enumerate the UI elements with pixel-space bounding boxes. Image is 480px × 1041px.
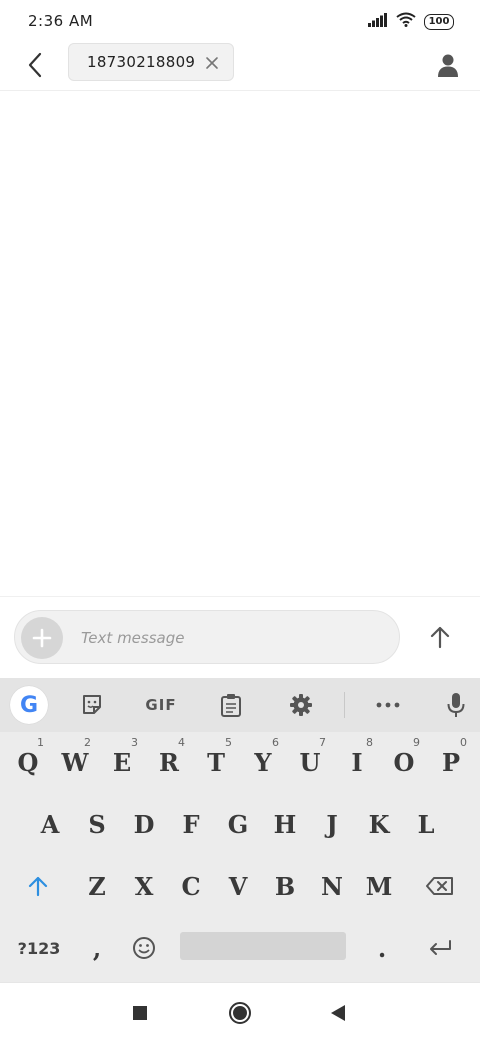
key-l[interactable]: L [406, 798, 446, 850]
key-h[interactable]: H [265, 798, 305, 850]
enter-key[interactable] [420, 922, 460, 974]
recipient-number: 18730218809 [87, 53, 196, 71]
enter-icon [430, 940, 451, 955]
key-m[interactable]: M [359, 860, 399, 912]
key-v[interactable]: V [218, 860, 258, 912]
key-o[interactable]: O9 [384, 736, 424, 788]
key-y[interactable]: Y6 [243, 736, 283, 788]
comma-key[interactable]: , [77, 922, 117, 974]
key-z[interactable]: Z [77, 860, 117, 912]
sticker-button[interactable] [73, 687, 111, 723]
key-a[interactable]: A [30, 798, 70, 850]
key-k[interactable]: K [359, 798, 399, 850]
key-b[interactable]: B [265, 860, 305, 912]
conversation-area [0, 91, 480, 596]
keyboard: G GIF Q 1 W 2 E 3 R 4 T 5 Y 6 U 7 I 8 O … [0, 678, 480, 982]
key-r[interactable]: R4 [149, 736, 189, 788]
signal-icon [368, 12, 388, 31]
send-button[interactable] [420, 617, 460, 657]
sticker-icon [83, 695, 101, 714]
chevron-left-icon [28, 52, 42, 78]
remove-recipient-button[interactable] [203, 54, 221, 72]
status-bar: 2:36 AM 100 [0, 0, 480, 42]
clipboard-icon [221, 694, 241, 717]
key-row-2: A S D F G H J K L [0, 798, 480, 860]
more-options-button[interactable] [369, 687, 407, 723]
period-key[interactable]: . [362, 922, 402, 974]
gif-button[interactable]: GIF [136, 687, 186, 723]
key-p[interactable]: P0 [431, 736, 471, 788]
home-button[interactable] [226, 999, 254, 1027]
more-horizontal-icon [376, 702, 400, 708]
message-placeholder: Text message [81, 629, 185, 647]
key-n[interactable]: N [312, 860, 352, 912]
key-j[interactable]: J [312, 798, 352, 850]
battery-icon: 100 [424, 13, 454, 30]
square-icon [133, 1006, 147, 1020]
google-search-button[interactable]: G [10, 686, 48, 724]
wifi-icon [396, 12, 416, 31]
toolbar-divider [344, 692, 345, 718]
conversation-header: 18730218809 [0, 42, 480, 91]
key-t[interactable]: T5 [196, 736, 236, 788]
home-circle-icon [229, 1002, 251, 1024]
space-key[interactable] [180, 932, 346, 960]
attach-button[interactable] [21, 617, 63, 659]
shift-key[interactable] [18, 860, 58, 912]
key-i[interactable]: I8 [337, 736, 377, 788]
key-s[interactable]: S [77, 798, 117, 850]
person-icon [438, 54, 458, 77]
message-composer: Text message [0, 596, 480, 679]
backspace-key[interactable] [420, 860, 460, 912]
key-d[interactable]: D [124, 798, 164, 850]
keyboard-toolbar: G GIF [0, 678, 480, 732]
clipboard-button[interactable] [212, 687, 250, 723]
back-button[interactable] [18, 48, 52, 82]
plus-icon [32, 628, 52, 648]
status-icons: 100 [368, 12, 454, 31]
emoji-icon [133, 937, 155, 959]
key-c[interactable]: C [171, 860, 211, 912]
shift-arrow-icon [28, 876, 48, 897]
gear-icon [290, 694, 312, 716]
symbols-key[interactable]: ?123 [14, 922, 64, 974]
key-w[interactable]: W2 [55, 736, 95, 788]
close-icon [206, 57, 218, 69]
key-e[interactable]: E3 [102, 736, 142, 788]
triangle-back-icon [331, 1005, 345, 1021]
key-u[interactable]: U7 [290, 736, 330, 788]
voice-input-button[interactable] [437, 687, 475, 723]
key-row-1: Q1 W2 E3 R4 T5 Y6 U7 I8 O9 P0 [0, 736, 480, 798]
key-row-3: Z X C V B N M [0, 860, 480, 922]
status-time: 2:36 AM [28, 12, 94, 30]
key-row-4: ?123 , . [0, 922, 480, 984]
google-icon: G [19, 692, 39, 718]
key-q[interactable]: Q1 [8, 736, 48, 788]
gif-label: GIF [145, 696, 177, 714]
backspace-icon [426, 877, 453, 895]
back-nav-button[interactable] [324, 999, 352, 1027]
navigation-bar [0, 982, 480, 1041]
recents-button[interactable] [126, 999, 154, 1027]
emoji-key[interactable] [124, 922, 164, 974]
recipient-chip[interactable]: 18730218809 [68, 43, 234, 81]
arrow-up-icon [430, 626, 450, 649]
key-f[interactable]: F [171, 798, 211, 850]
key-g[interactable]: G [218, 798, 258, 850]
microphone-icon [447, 693, 465, 717]
key-x[interactable]: X [124, 860, 164, 912]
settings-button[interactable] [282, 687, 320, 723]
contact-button[interactable] [432, 48, 464, 82]
message-input[interactable]: Text message [14, 610, 400, 664]
